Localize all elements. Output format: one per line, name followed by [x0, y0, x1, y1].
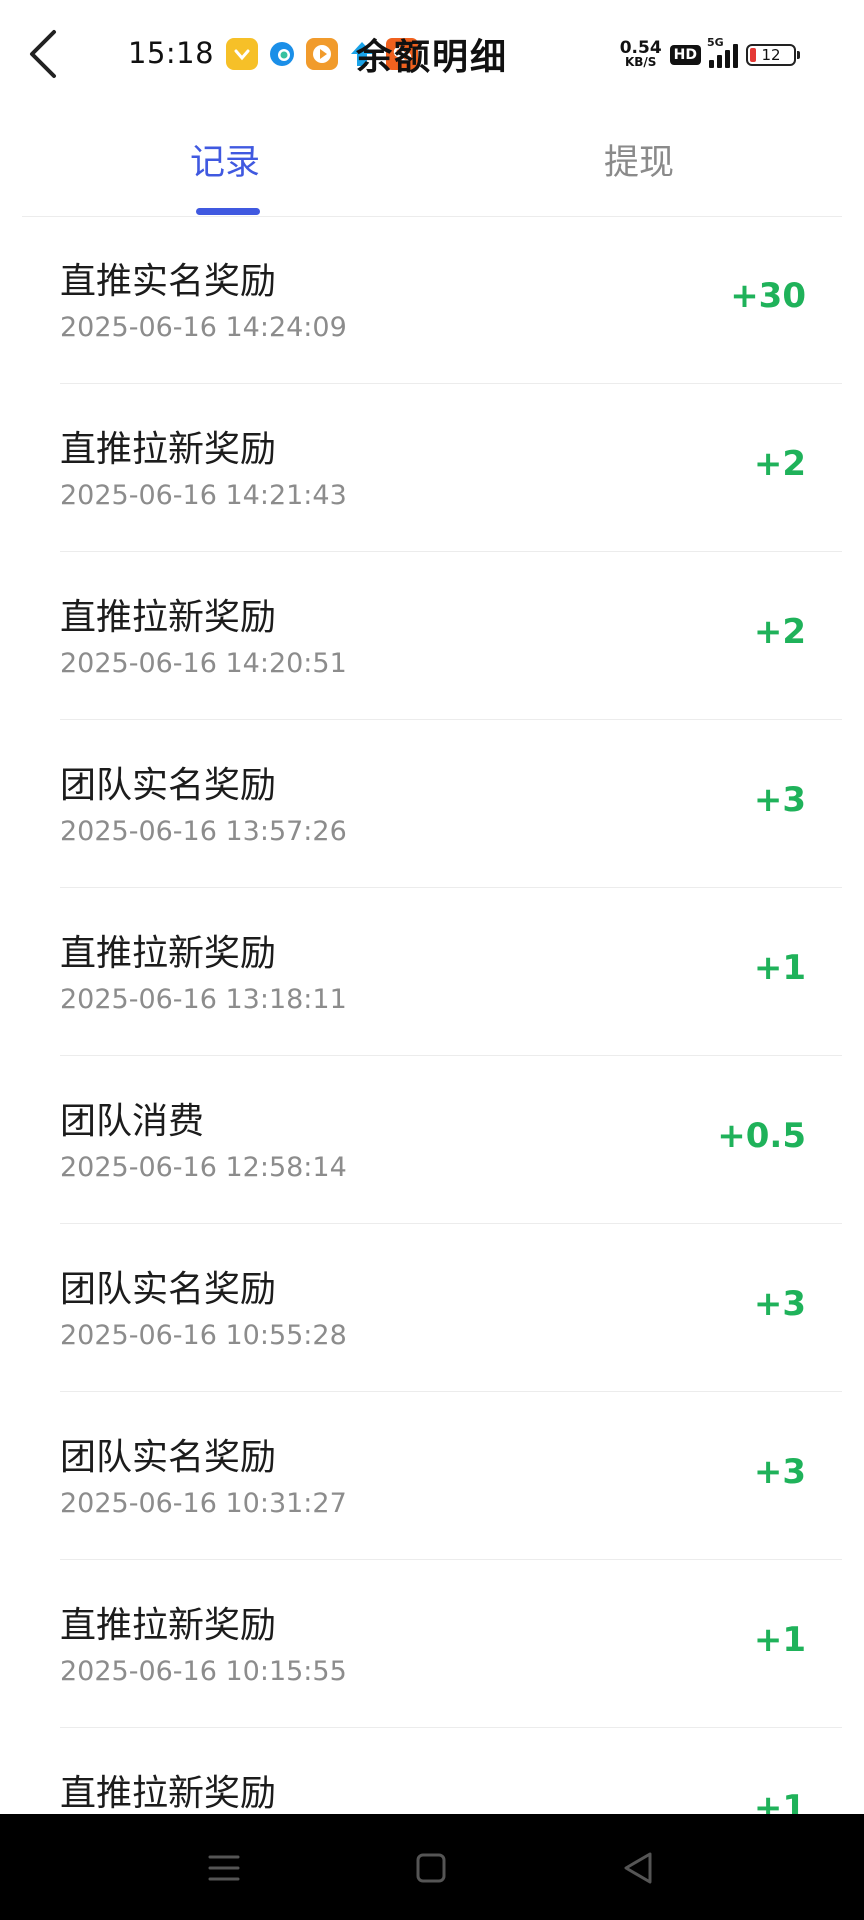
list-item[interactable]: 直推拉新奖励 2025-06-16 14:21:43 +2: [60, 384, 842, 552]
tab-bar: 记录 提现: [22, 108, 842, 217]
record-amount: +1: [753, 1788, 806, 1814]
list-item[interactable]: 直推拉新奖励 2025-06-16 13:18:11 +1: [60, 888, 842, 1056]
record-date: 2025-06-16 12:58:14: [60, 1152, 347, 1183]
record-title: 直推拉新奖励: [60, 597, 277, 638]
record-amount: +2: [753, 444, 806, 484]
back-triangle-icon: [624, 1852, 652, 1884]
record-title: 直推拉新奖励: [60, 933, 277, 974]
list-item[interactable]: 直推拉新奖励 +1: [60, 1728, 842, 1814]
list-item[interactable]: 团队实名奖励 2025-06-16 10:55:28 +3: [60, 1224, 842, 1392]
record-title: 直推拉新奖励: [60, 429, 277, 470]
home-button[interactable]: [407, 1844, 455, 1892]
list-item[interactable]: 团队实名奖励 2025-06-16 10:31:27 +3: [60, 1392, 842, 1560]
system-back-button[interactable]: [614, 1844, 662, 1892]
battery-level: 12: [761, 46, 781, 64]
record-title: 团队消费: [60, 1101, 205, 1142]
record-amount: +0.5: [717, 1116, 806, 1156]
network-speed-unit: KB/S: [624, 55, 657, 69]
record-date: 2025-06-16 10:55:28: [60, 1320, 347, 1351]
record-title: 团队实名奖励: [60, 1437, 277, 1478]
record-title: 直推拉新奖励: [60, 1773, 277, 1814]
list-item[interactable]: 直推拉新奖励 2025-06-16 10:15:55 +1: [60, 1560, 842, 1728]
record-amount: +1: [753, 1620, 806, 1660]
record-date: 2025-06-16 13:18:11: [60, 984, 347, 1015]
recent-apps-button[interactable]: [200, 1844, 248, 1892]
record-date: 2025-06-16 13:57:26: [60, 816, 347, 847]
top-bar: 15:18 余额明细 0.54 KB/S HD 5G 12: [0, 0, 864, 108]
network-speed-value: 0.54: [619, 38, 662, 58]
tab-active-indicator: [196, 208, 260, 215]
list-item[interactable]: 团队消费 2025-06-16 12:58:14 +0.5: [60, 1056, 842, 1224]
signal-label: 5G: [707, 36, 724, 49]
record-amount: +30: [730, 276, 806, 316]
tab-records[interactable]: 记录: [190, 134, 260, 185]
record-date: 2025-06-16 10:31:27: [60, 1488, 347, 1519]
record-amount: +3: [753, 1452, 806, 1492]
record-date: 2025-06-16 14:24:09: [60, 312, 347, 343]
menu-icon: [208, 1855, 240, 1881]
battery-icon: 12: [746, 44, 800, 66]
record-amount: +3: [753, 1284, 806, 1324]
records-list[interactable]: 直推实名奖励 2025-06-16 14:24:09 +30 直推拉新奖励 20…: [0, 216, 864, 1814]
record-date: 2025-06-16 14:21:43: [60, 480, 347, 511]
tab-withdraw[interactable]: 提现: [604, 134, 674, 185]
record-title: 直推拉新奖励: [60, 1605, 277, 1646]
home-square-icon: [416, 1853, 446, 1883]
network-speed: 0.54 KB/S: [619, 38, 662, 70]
list-item[interactable]: 直推实名奖励 2025-06-16 14:24:09 +30: [60, 216, 842, 384]
record-amount: +1: [753, 948, 806, 988]
status-indicators: 0.54 KB/S HD 5G 12: [619, 36, 800, 72]
record-title: 直推实名奖励: [60, 261, 277, 302]
list-item[interactable]: 直推拉新奖励 2025-06-16 14:20:51 +2: [60, 552, 842, 720]
record-date: 2025-06-16 14:20:51: [60, 648, 347, 679]
record-amount: +2: [753, 612, 806, 652]
record-amount: +3: [753, 780, 806, 820]
list-item[interactable]: 团队实名奖励 2025-06-16 13:57:26 +3: [60, 720, 842, 888]
record-date: 2025-06-16 10:15:55: [60, 1656, 347, 1687]
signal-icon: 5G: [707, 36, 738, 68]
system-nav-bar: [0, 1814, 864, 1920]
hd-badge: HD: [669, 45, 701, 65]
record-title: 团队实名奖励: [60, 765, 277, 806]
record-title: 团队实名奖励: [60, 1269, 277, 1310]
